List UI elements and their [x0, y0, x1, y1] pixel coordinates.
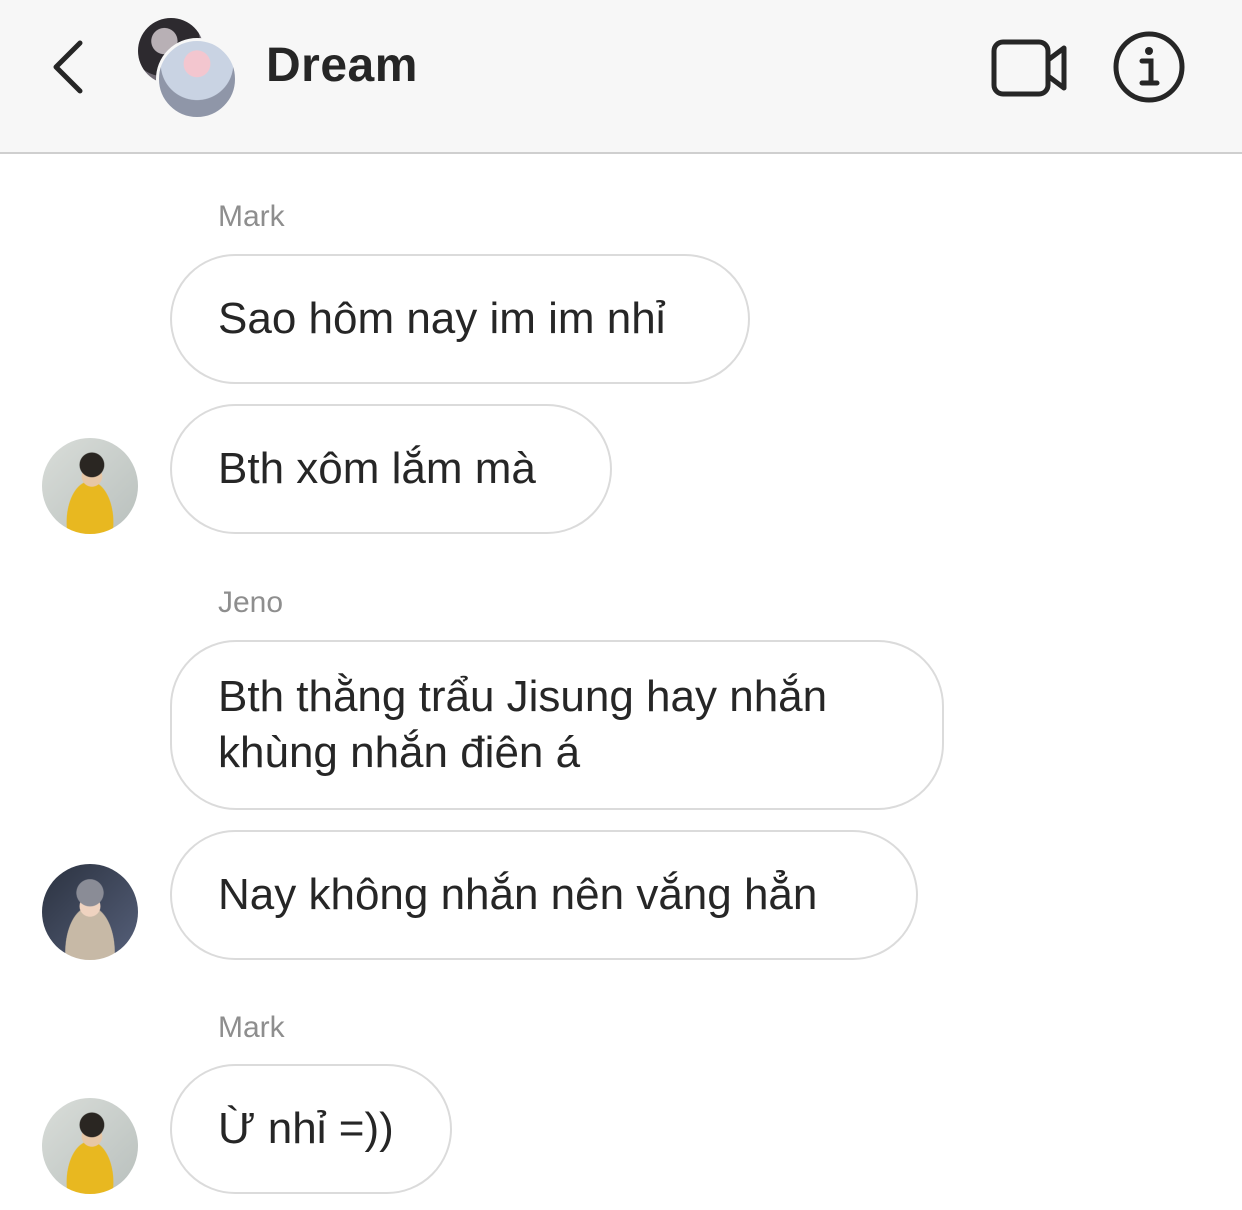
- sender-name: Mark: [218, 200, 285, 233]
- info-button[interactable]: [1112, 30, 1186, 104]
- chat-title[interactable]: Dream: [266, 38, 418, 93]
- group-avatar[interactable]: [136, 18, 238, 120]
- back-button[interactable]: [38, 34, 98, 100]
- message-bubble[interactable]: Sao hôm nay im im nhỉ: [170, 254, 750, 384]
- video-camera-icon: [991, 39, 1067, 97]
- avatar[interactable]: [42, 438, 138, 534]
- avatar[interactable]: [42, 1098, 138, 1194]
- sender-name: Jeno: [218, 586, 284, 619]
- chat-header: Dream: [0, 0, 1242, 154]
- avatar[interactable]: [42, 864, 138, 960]
- sender-name: Mark: [218, 1011, 285, 1044]
- chevron-left-icon: [53, 40, 83, 94]
- message-bubble[interactable]: Bth thằng trẩu Jisung hay nhắn khùng nhắ…: [170, 640, 944, 810]
- message-bubble[interactable]: Bth xôm lắm mà: [170, 404, 612, 534]
- info-icon: [1113, 31, 1185, 103]
- group-avatar-front: [156, 38, 238, 120]
- video-call-button[interactable]: [990, 38, 1070, 98]
- message-bubble[interactable]: Ừ nhỉ =)): [170, 1064, 452, 1194]
- message-bubble[interactable]: Nay không nhắn nên vắng hẳn: [170, 830, 918, 960]
